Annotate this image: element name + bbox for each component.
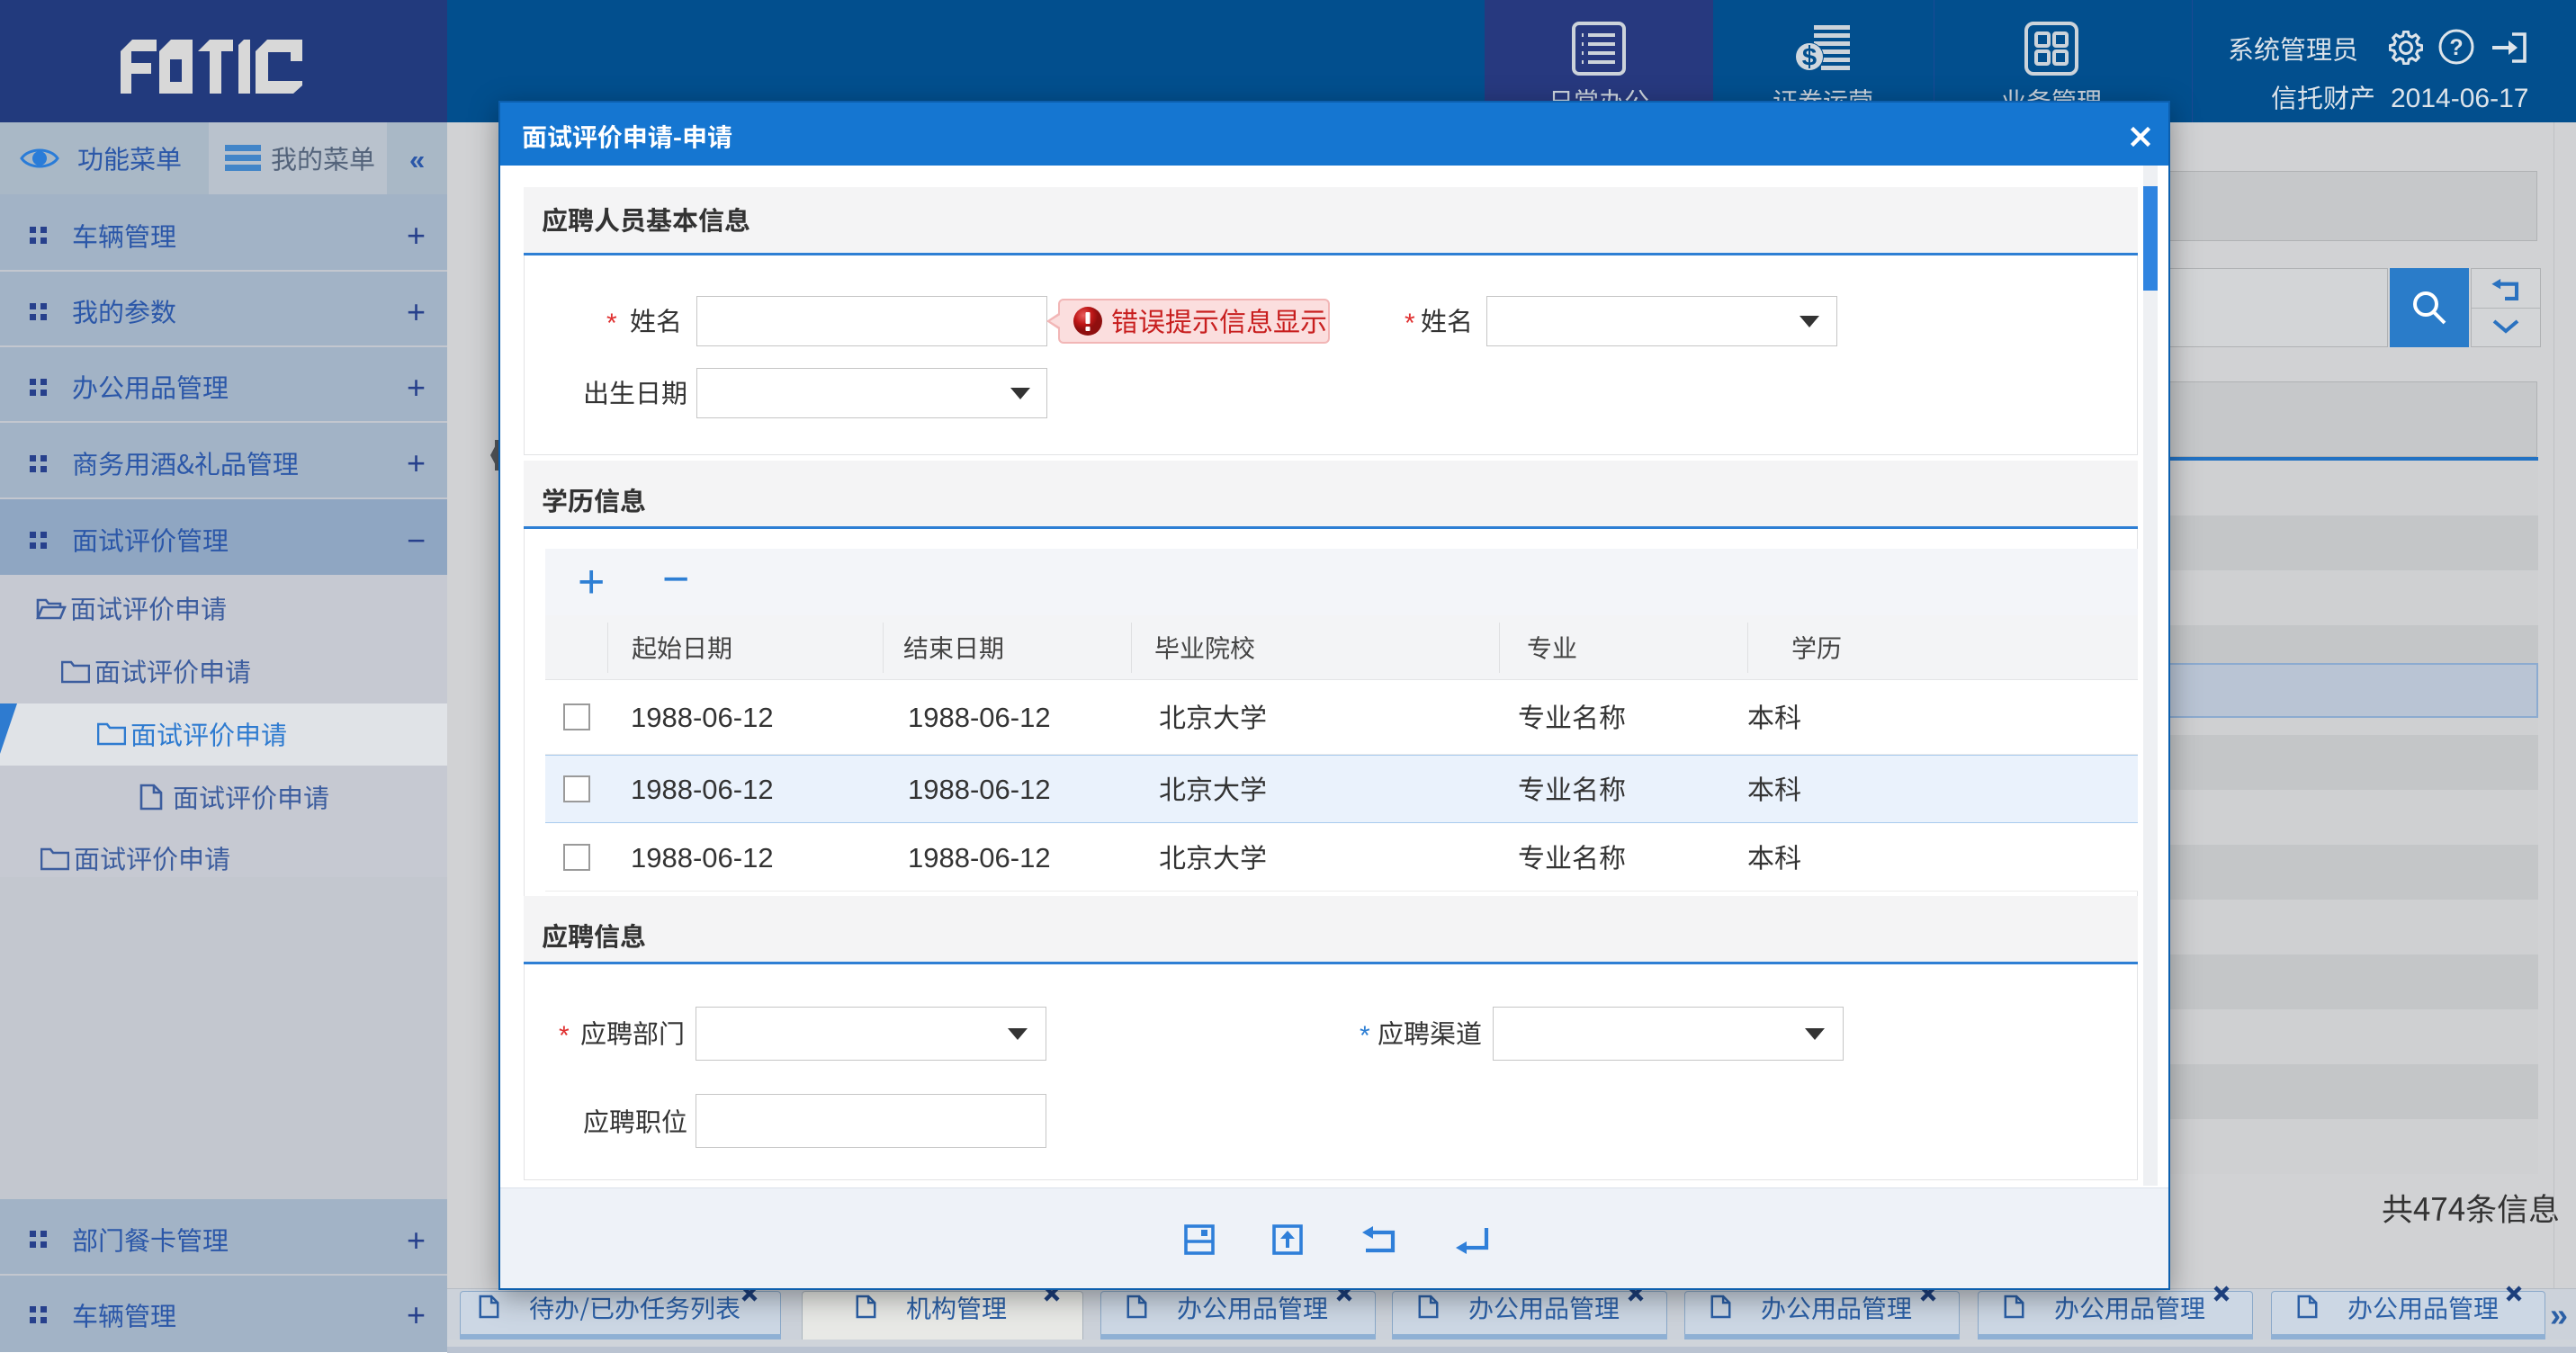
svg-text:?: ?	[2449, 35, 2463, 60]
